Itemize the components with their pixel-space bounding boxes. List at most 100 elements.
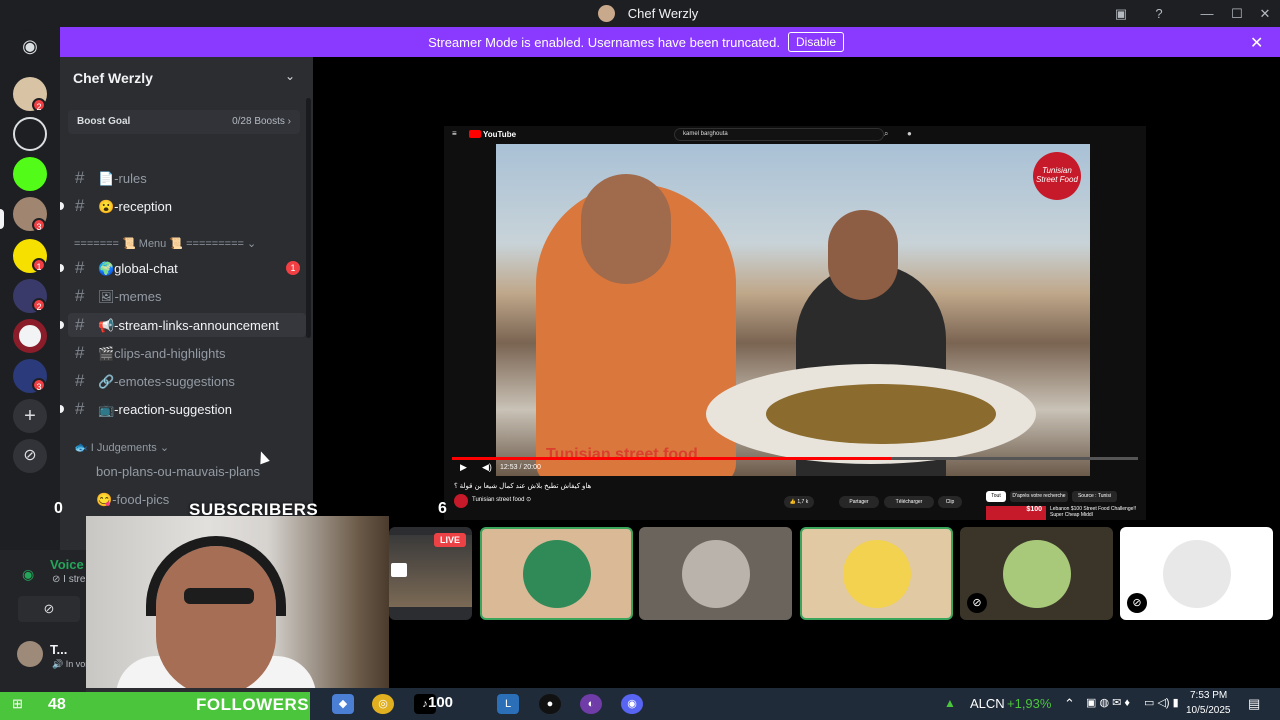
user-avatar[interactable] [17, 641, 43, 667]
muted-mic-icon: ⊘ [1127, 593, 1147, 613]
user-status: 🔊 In voi [52, 659, 88, 669]
followers-label: FOLLOWERS [196, 695, 310, 714]
channel-stream-links-announcement[interactable]: # 📢-stream-links-announcement [68, 313, 306, 337]
share-button: Partager [839, 496, 879, 508]
category-menu[interactable]: ======= 📜 Menu 📜 ========= ⌄ [74, 237, 256, 250]
clock-time[interactable]: 7:53 PM [1190, 690, 1227, 701]
channel-memes[interactable]: # 🖼-memes [68, 284, 306, 308]
hash-icon: # [75, 315, 85, 334]
windows-taskbar [310, 688, 1280, 720]
category-judgements[interactable]: 🐟 I Judgements ⌄ [74, 441, 169, 454]
streamer-mode-banner: Streamer Mode is enabled. Usernames have… [60, 27, 1280, 57]
participant-avatar [681, 539, 750, 608]
headphones-icon [146, 536, 286, 616]
server-name[interactable]: Chef Werzly [73, 70, 153, 86]
discord-home-icon[interactable]: ◉ [13, 29, 47, 63]
notification-icon[interactable]: ▤ [1248, 696, 1260, 712]
server-badge-3: 1 [32, 258, 46, 272]
add-server-icon[interactable]: + [13, 399, 47, 433]
unread-indicator [60, 321, 64, 329]
suggestion-thumb: $100 [986, 506, 1046, 520]
hash-icon: # [75, 196, 85, 215]
discover-compass-icon[interactable]: ⊘ [13, 439, 47, 473]
video-frame: Tunisian Street Food [496, 144, 1090, 476]
tray-app-icons[interactable]: ▣ ◍ ✉ ♦ [1086, 696, 1130, 709]
goal-count: 6 [438, 500, 447, 517]
server-icon-6[interactable] [13, 319, 47, 353]
muted-mic-icon: ⊘ [967, 593, 987, 613]
obs-icon[interactable]: ● [539, 694, 561, 714]
video-head-left [581, 174, 671, 284]
minimize-button[interactable]: — [1196, 4, 1218, 24]
server-icon-2[interactable] [13, 117, 47, 151]
like-button: 👍 1,7 k [784, 496, 814, 508]
channel-global-chat[interactable]: # 🌍global-chat 1 [68, 256, 306, 280]
tile-participant-anime[interactable] [800, 527, 953, 620]
tray-chevron-icon[interactable]: ⌃ [1064, 696, 1075, 712]
video-progress-bar [452, 457, 1138, 460]
hash-icon: # [75, 286, 85, 305]
maximize-button[interactable]: ☐ [1226, 4, 1248, 24]
boost-goal-count: 0/28 Boosts › [232, 116, 291, 127]
play-icon: ▶ [460, 462, 467, 472]
disable-streamer-mode-button[interactable]: Disable [788, 32, 844, 52]
screen-share-stream[interactable]: ≡ YouTube kamel barghouta ⌕ ● Tunisian S… [444, 126, 1146, 520]
channel-rules[interactable]: # 📄-rules [68, 166, 306, 190]
hash-icon: # [75, 168, 85, 187]
channel-reception[interactable]: # 😮-reception [68, 194, 306, 218]
sidebar-scrollbar[interactable] [306, 98, 311, 338]
youtube-search-input: kamel barghouta [674, 128, 884, 141]
boost-goal-label: Boost Goal [77, 116, 131, 127]
boost-goal-bar[interactable]: Boost Goal 0/28 Boosts › [68, 110, 300, 134]
windows-start-icon[interactable]: ⊞ [12, 696, 23, 712]
tile-participant-eagle[interactable]: ⊘ [960, 527, 1113, 620]
kick-server-icon[interactable] [13, 157, 47, 191]
channel-bon-plans[interactable]: bon-plans-ou-mauvais-plans [68, 459, 306, 483]
channel-name: 😮-reception [98, 199, 172, 214]
copilot-icon[interactable]: ◆ [332, 694, 354, 714]
hash-icon: # [75, 371, 85, 390]
download-button: Télécharger [884, 496, 934, 508]
hash-icon: # [75, 258, 85, 277]
live-badge: LIVE [434, 533, 466, 547]
volume-icon: ◀) [482, 462, 492, 472]
tile-participant-chef[interactable] [639, 527, 792, 620]
app-icon-purple[interactable]: ◐ [580, 694, 602, 714]
chip-search: D'après votre recherche [1010, 491, 1068, 502]
video-progress-fill [452, 457, 892, 460]
user-name: T... [50, 642, 68, 657]
discord-taskbar-icon[interactable]: ◉ [621, 694, 643, 714]
channel-name: 😋-food-pics [96, 492, 170, 507]
participant-avatar [522, 539, 591, 608]
inbox-icon[interactable]: ▣ [1110, 4, 1132, 24]
youtube-logo: YouTube [469, 130, 516, 139]
clock-date[interactable]: 10/5/2025 [1186, 705, 1231, 716]
close-window-button[interactable]: ✕ [1254, 4, 1276, 24]
voice-connected-icon: ◉ [22, 566, 35, 582]
network-volume-icons[interactable]: ▭ ◁) ▮ [1144, 696, 1179, 709]
voice-channel: ⊘ I stre [52, 574, 86, 585]
window-title: Chef Werzly [627, 6, 699, 21]
video-title: هاو كيفاش تطبخ بلاش عند كمال شيعا بن قول… [454, 483, 592, 490]
stock-chart-icon: ▲ [944, 696, 956, 710]
app-icon-l[interactable]: L [497, 694, 519, 714]
camera-off-button[interactable]: ⊘ [18, 596, 80, 622]
close-banner-icon[interactable]: ✕ [1250, 33, 1263, 53]
server-badge-2: 3 [32, 218, 46, 232]
tile-participant-sketch[interactable]: ⊘ [1120, 527, 1273, 620]
channel-emotes-suggestions[interactable]: # 🔗-emotes-suggestions [68, 369, 306, 393]
channel-reaction-suggestion[interactable]: # 📺-reaction-suggestion [68, 397, 306, 421]
stock-ticker[interactable]: ALCN [970, 696, 1005, 711]
chevron-down-icon[interactable]: ⌄ [285, 69, 295, 83]
help-icon[interactable]: ? [1148, 4, 1170, 24]
channel-clips-and-highlights[interactable]: # 🎬clips-and-highlights [68, 341, 306, 365]
participant-avatar [1162, 539, 1231, 608]
channel-name: 📢-stream-links-announcement [98, 318, 279, 333]
channel-name: 🖼-memes [98, 289, 162, 304]
chrome-icon[interactable]: ◎ [372, 694, 394, 714]
server-badge-1: 2 [32, 98, 46, 112]
mic-icon: ● [907, 129, 912, 138]
tile-participant-glasses[interactable] [480, 527, 633, 620]
suggestion-title: Lebanon $100 Street Food Challenge!! Sup… [1050, 506, 1137, 518]
subscribers-count: 0 [54, 500, 63, 517]
